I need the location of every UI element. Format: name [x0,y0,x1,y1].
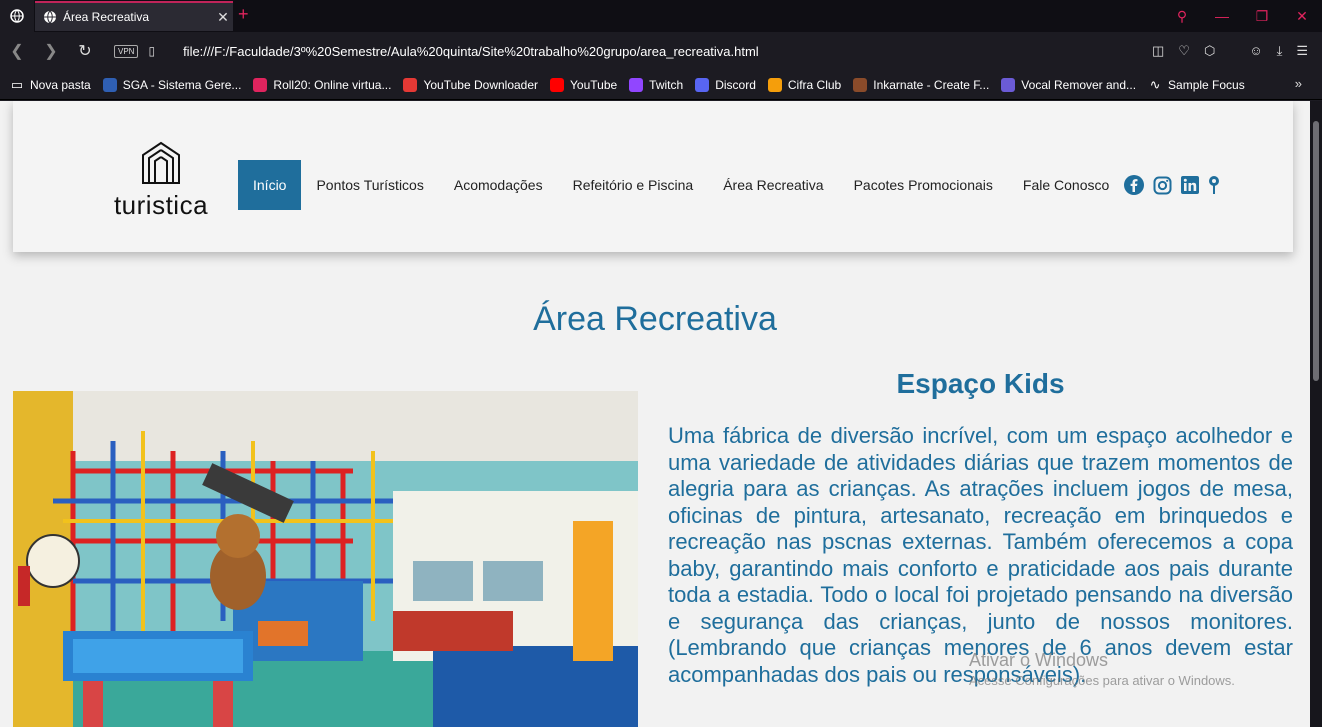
social-links [1124,175,1220,195]
nav-item[interactable]: Fale Conosco [1008,160,1124,210]
discord-icon [695,77,710,92]
account-icon[interactable]: ☺ [1249,43,1262,59]
nav-item[interactable]: Área Recreativa [708,160,838,210]
linkedin-icon[interactable] [1181,176,1200,194]
waveform-icon: ∿ [1148,76,1163,92]
tab-area-recreativa[interactable]: Área Recreativa ✕ [35,1,233,31]
back-icon[interactable]: ❮ [0,41,34,61]
minimize-icon[interactable]: — [1202,8,1242,24]
bookmark-item[interactable]: Twitch [629,77,684,92]
restore-icon[interactable]: ❐ [1242,8,1282,25]
roll20-icon [253,77,268,92]
inkarnate-icon [853,77,868,92]
sga-icon [102,77,117,92]
tab-title: Área Recreativa [63,10,150,24]
watermark-subtitle: Acesse Configurações para ativar o Windo… [969,673,1235,688]
main-nav: Início Pontos Turísticos Acomodações Refeit… [238,160,1220,210]
menu-icon[interactable]: ☰ [1296,43,1308,59]
scrollbar-thumb[interactable] [1313,121,1319,381]
url-field[interactable]: file:///F:/Faculdade/3º%20Semestre/Aula%… [183,44,1152,59]
bookmark-label: Roll20: Online virtua... [273,77,392,92]
cifra-club-icon [767,77,782,92]
bookmark-label: Twitch [649,77,684,92]
window-controls: ⚲ — ❐ ✕ [1162,0,1322,32]
bookmark-item[interactable]: Vocal Remover and... [1001,77,1137,92]
reload-icon[interactable]: ↻ [68,41,102,61]
bookmark-item[interactable]: SGA - Sistema Gere... [102,77,242,92]
close-tab-icon[interactable]: ✕ [213,9,233,26]
new-tab-button[interactable]: + [238,4,249,25]
bookmark-item[interactable]: YouTube Downloader [403,77,539,92]
address-actions: ◫ ♡ ⬡ ☺ ⤓ ☰ [1152,43,1322,59]
bookmark-item[interactable]: Cifra Club [767,77,842,92]
logo-text: turistica [113,190,209,220]
bookmark-label: Sample Focus [1168,77,1245,92]
nav-item[interactable]: Acomodações [439,160,558,210]
bookmark-item[interactable]: YouTube [550,77,618,92]
section-title: Espaço Kids [896,368,1065,399]
vpn-badge[interactable]: VPN [114,44,139,58]
building-logo-icon [142,141,180,184]
bookmark-label: Cifra Club [787,77,842,92]
download-icon[interactable]: ⤓ [1277,43,1283,59]
globe-icon [44,10,56,24]
nav-item[interactable]: Pontos Turísticos [301,160,438,210]
site-logo[interactable]: turistica [101,141,221,221]
kids-playground-image [13,391,638,727]
tab-bar: Área Recreativa ✕ + ⚲ — ❐ ✕ [0,0,1322,32]
windows-activation-watermark: Ativar o Windows Acesse Configurações pa… [969,650,1235,688]
bookmark-item[interactable]: ∿ Sample Focus [1148,76,1245,92]
page-viewport: turistica Início Pontos Turísticos Acomoda… [0,101,1310,727]
nav-item[interactable]: Pacotes Promocionais [839,160,1008,210]
page-icon: ▯ [148,44,156,58]
kids-area-photo [13,391,638,727]
bookmark-label: Discord [715,77,756,92]
address-bar: ❮ ❯ ↻ VPN ▯ file:///F:/Faculdade/3º%20Se… [0,32,1322,70]
camera-icon[interactable]: ◫ [1152,43,1164,59]
nav-item[interactable]: Início [238,160,302,210]
vocal-remover-icon [1001,77,1016,92]
bookmark-item[interactable]: Discord [695,77,756,92]
pinned-tab[interactable] [0,0,34,32]
heart-icon[interactable]: ♡ [1178,43,1190,59]
youtube-icon [550,77,565,92]
bookmark-item[interactable]: Inkarnate - Create F... [853,77,990,92]
bookmark-item[interactable]: ▭ Nova pasta [10,76,91,92]
folder-icon: ▭ [10,76,24,92]
nav-item[interactable]: Refeitório e Piscina [558,160,709,210]
bookmark-label: SGA - Sistema Gere... [122,77,242,92]
download-icon [403,77,418,92]
twitch-icon [629,77,644,92]
site-header: turistica Início Pontos Turísticos Acomoda… [13,101,1293,252]
facebook-icon[interactable] [1124,175,1145,195]
more-bookmarks-icon[interactable]: » [1295,76,1302,91]
search-icon[interactable]: ⚲ [1162,8,1202,25]
bookmark-label: Inkarnate - Create F... [873,77,990,92]
cube-icon[interactable]: ⬡ [1204,43,1215,59]
bookmark-label: Nova pasta [30,77,91,92]
section-text: Uma fábrica de diversão incrível, com um… [668,423,1293,687]
page-scrollbar[interactable] [1310,101,1322,727]
map-pin-icon[interactable] [1208,175,1220,195]
bookmark-label: Vocal Remover and... [1021,77,1137,92]
globe-icon [10,9,24,23]
instagram-icon[interactable] [1153,176,1172,195]
watermark-title: Ativar o Windows [969,650,1109,670]
forward-icon[interactable]: ❯ [34,41,68,61]
bookmarks-bar: ▭ Nova pasta SGA - Sistema Gere... Roll20: … [0,70,1322,100]
close-window-icon[interactable]: ✕ [1282,8,1322,25]
bookmark-label: YouTube [570,77,618,92]
bookmark-item[interactable]: Roll20: Online virtua... [253,77,392,92]
page-title: Área Recreativa [533,300,777,338]
bookmark-label: YouTube Downloader [423,77,539,92]
